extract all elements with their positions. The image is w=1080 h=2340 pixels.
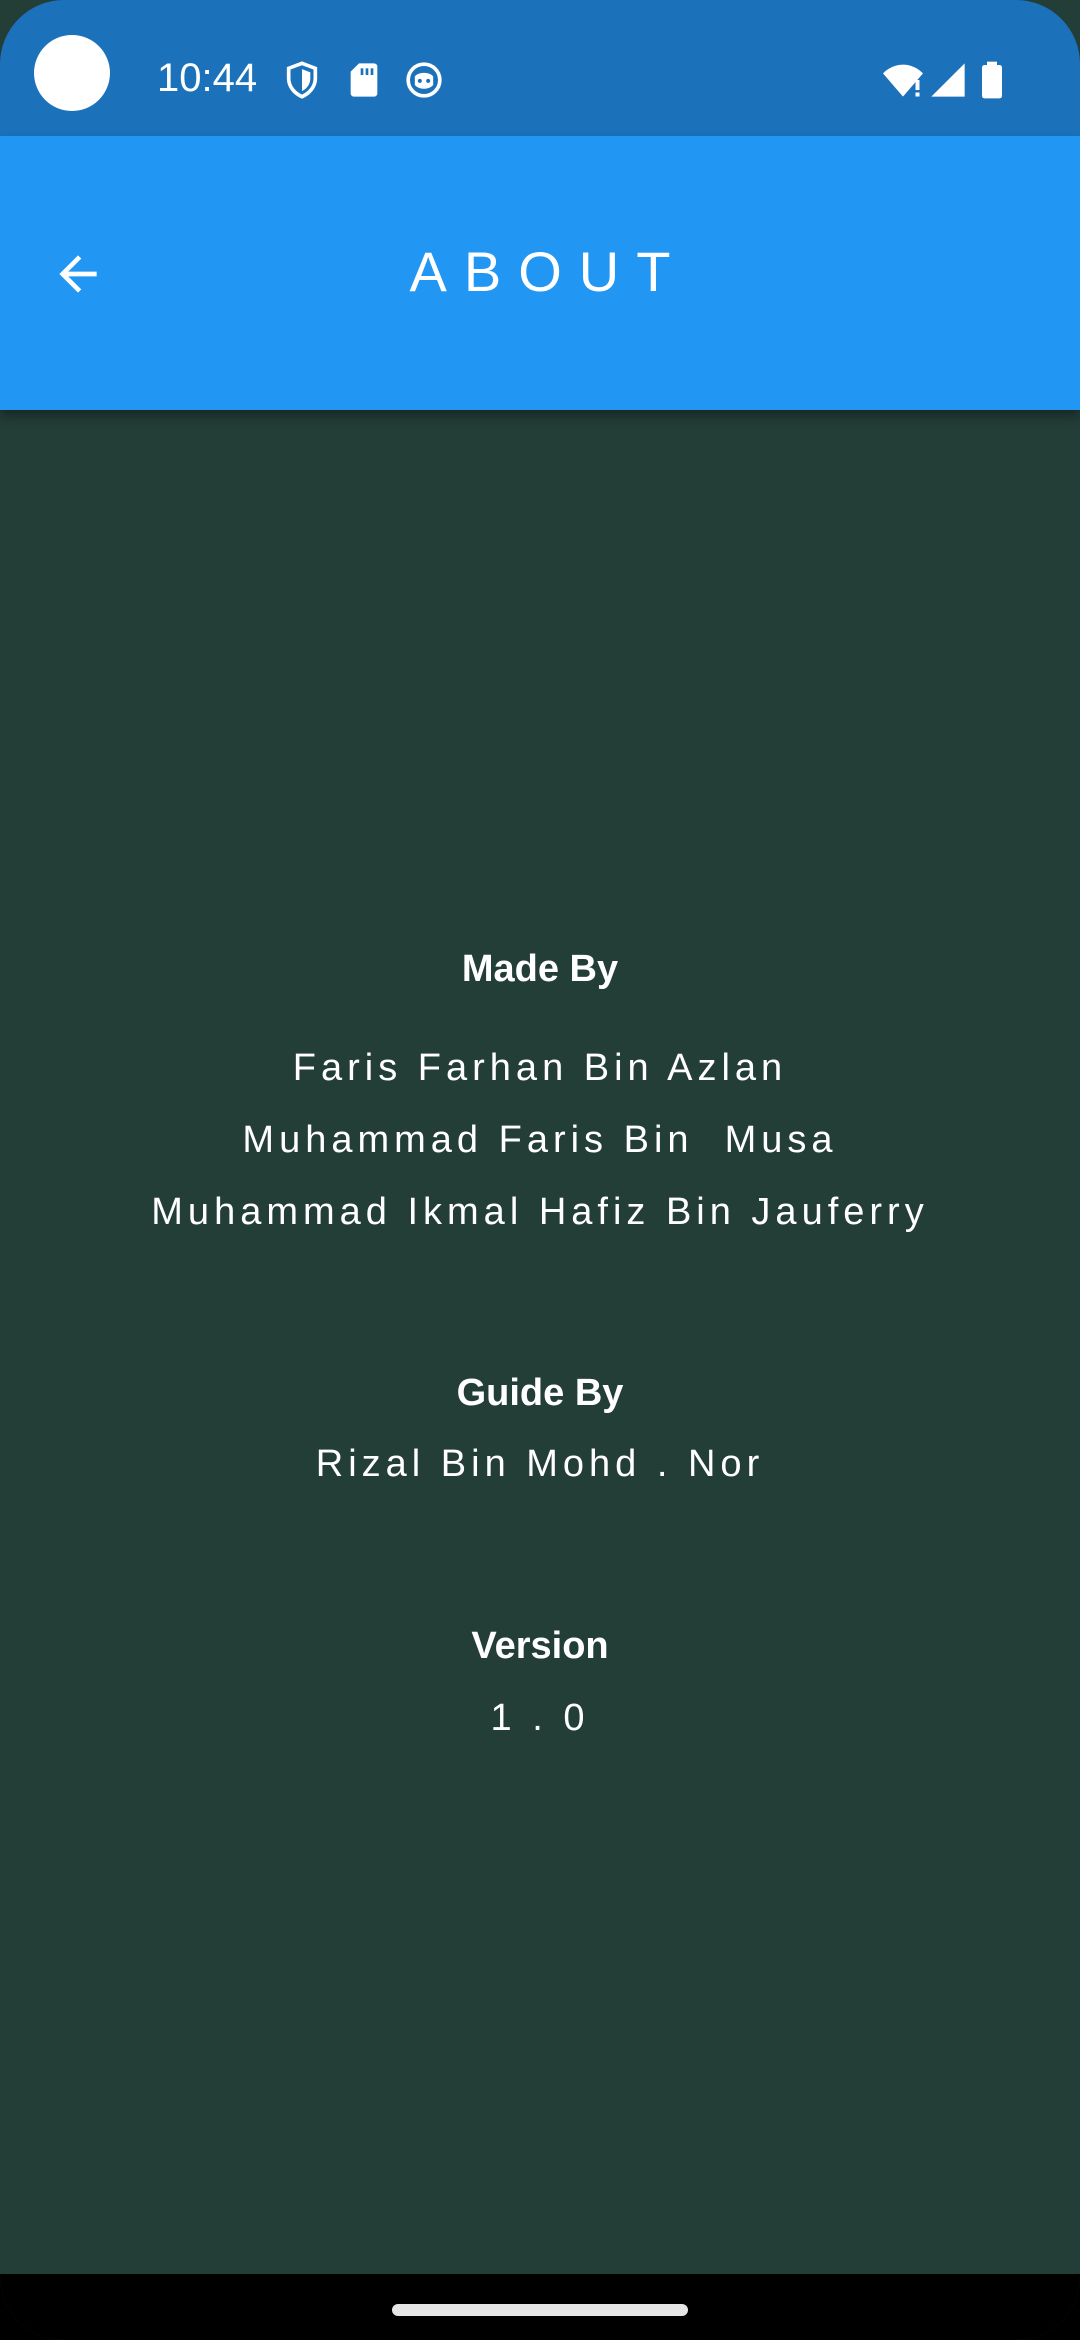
home-gesture-handle[interactable]: [392, 2304, 688, 2316]
page-title: ABOUT: [409, 240, 688, 303]
cell-signal-icon: [928, 60, 968, 100]
system-nav-bar: [0, 2274, 1080, 2340]
made-by-heading: Made By: [461, 948, 619, 990]
face-icon: [404, 60, 444, 100]
author-name-2: Muhammad Faris Bin Musa: [242, 1119, 838, 1161]
version-heading: Version: [471, 1625, 609, 1667]
shield-icon: [282, 60, 322, 100]
battery-icon: [978, 60, 1006, 100]
version-value: 1 . 0: [490, 1697, 590, 1739]
app-bar: ABOUT: [0, 136, 1080, 410]
camera-cutout: [34, 35, 110, 111]
guide-by-heading: Guide By: [456, 1372, 624, 1414]
status-bar: 10:44: [0, 0, 1080, 136]
about-screen: 10:44 ABOUT Made By Faris Farhan Bin Azl…: [0, 0, 1080, 2340]
guide-name: Rizal Bin Mohd . Nor: [315, 1443, 765, 1485]
status-time: 10:44: [157, 56, 258, 100]
author-name-1: Faris Farhan Bin Azlan: [292, 1047, 788, 1089]
sd-card-icon: [344, 60, 384, 100]
author-name-3: Muhammad Ikmal Hafiz Bin Jauferry: [151, 1191, 929, 1233]
wifi-alert-icon: [880, 60, 926, 100]
